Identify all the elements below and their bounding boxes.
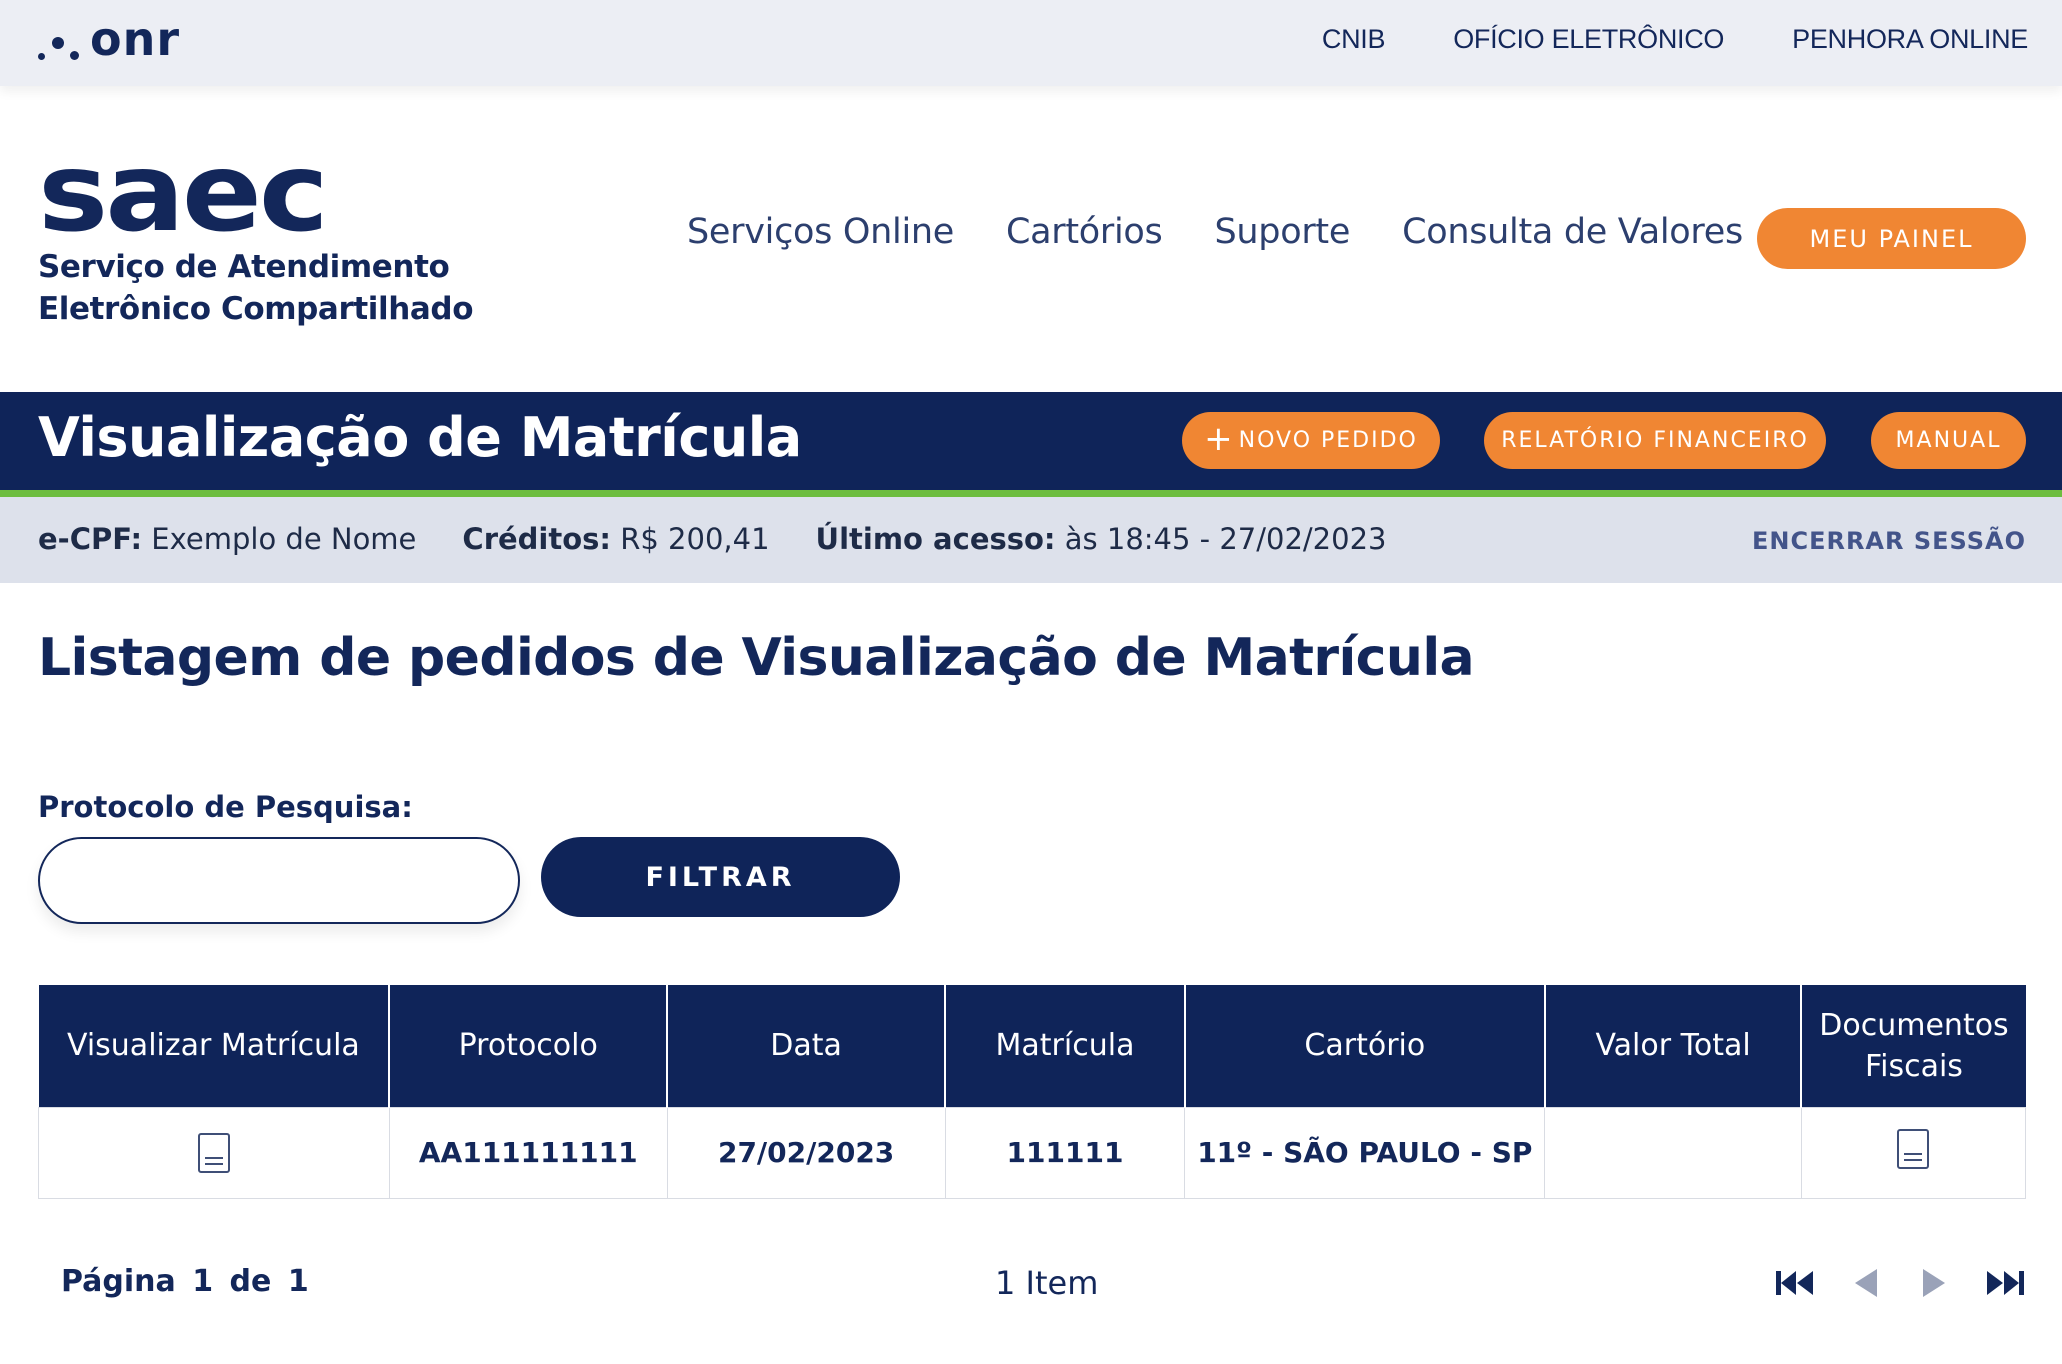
cell-cartorio: 11º - SÃO PAULO - SP [1184,1106,1546,1199]
pagination-controls [1775,1265,2025,1301]
col-header-protocolo: Protocolo [389,985,669,1107]
saec-logo[interactable]: saec [38,138,329,247]
onr-logo-text: onr [90,12,181,66]
table-header-row: Visualizar Matrícula Protocolo Data Matr… [38,985,2026,1107]
page-title: Visualização de Matrícula [38,406,802,469]
session-ecpf: e-CPF: Exemplo de Nome [38,522,416,556]
saec-logo-subtitle: Serviço de Atendimento Eletrônico Compar… [38,249,474,327]
protocolo-search-input[interactable] [38,837,520,924]
col-header-valor-total: Valor Total [1544,985,1803,1107]
title-band-accent-line [0,490,2062,497]
main-nav: Serviços Online Cartórios Suporte Consul… [687,212,1743,252]
first-page-icon[interactable] [1775,1265,1815,1301]
toplink-cnib[interactable]: CNIB [1322,24,1386,55]
creditos-label: Créditos: [462,522,612,556]
plus-icon: + [1204,419,1233,459]
pagination-items-count: 1 Item [995,1264,1099,1302]
table-row: AA111111111 27/02/2023 111111 11º - SÃO … [38,1106,2027,1199]
meu-painel-button[interactable]: MEU PAINEL [1757,208,2026,269]
col-header-matricula: Matrícula [945,985,1186,1107]
list-title: Listagem de pedidos de Visualização de M… [38,628,1475,688]
previous-page-icon[interactable] [1845,1265,1885,1301]
nav-cartorios[interactable]: Cartórios [1006,212,1163,252]
top-utility-bar: onr CNIB OFÍCIO ELETRÔNICO PENHORA ONLIN… [0,0,2062,86]
col-header-cartorio: Cartório [1184,985,1546,1107]
cell-matricula: 111111 [944,1106,1186,1199]
document-icon[interactable] [197,1132,230,1173]
onr-logo[interactable]: onr [36,12,180,68]
document-icon[interactable] [1897,1128,1930,1169]
top-links: CNIB OFÍCIO ELETRÔNICO PENHORA ONLINE [1322,24,2028,55]
relatorio-financeiro-button[interactable]: RELATÓRIO FINANCEIRO [1484,412,1826,469]
session-creditos: Créditos: R$ 200,41 [462,522,769,556]
ultimo-acesso-label: Último acesso: [815,522,1056,556]
nav-suporte[interactable]: Suporte [1214,212,1350,252]
last-page-icon[interactable] [1985,1265,2025,1301]
filtrar-button[interactable]: FILTRAR [541,837,900,917]
col-header-documentos-fiscais: Documentos Fiscais [1801,985,2026,1107]
search-label: Protocolo de Pesquisa: [38,790,413,824]
nav-consulta-de-valores[interactable]: Consulta de Valores [1402,212,1743,252]
toplink-oficio-eletronico[interactable]: OFÍCIO ELETRÔNICO [1453,24,1724,55]
novo-pedido-label: NOVO PEDIDO [1238,428,1418,453]
novo-pedido-button[interactable]: + NOVO PEDIDO [1182,412,1440,469]
next-page-icon[interactable] [1915,1265,1955,1301]
cell-valor-total [1544,1106,1802,1199]
cell-data: 27/02/2023 [666,1106,946,1199]
ultimo-acesso-value: às 18:45 - 27/02/2023 [1064,522,1387,556]
ecpf-value: Exemplo de Nome [151,522,417,556]
session-info: e-CPF: Exemplo de Nome Créditos: R$ 200,… [38,522,1386,556]
creditos-value: R$ 200,41 [620,522,770,556]
cell-documentos-fiscais [1800,1106,2027,1199]
toplink-penhora-online[interactable]: PENHORA ONLINE [1792,24,2028,55]
col-header-data: Data [667,985,947,1107]
cell-visualizar [38,1106,390,1199]
nav-servicos-online[interactable]: Serviços Online [687,212,954,252]
col-header-visualizar: Visualizar Matrícula [38,985,391,1107]
ecpf-label: e-CPF: [38,522,143,556]
session-ultimo-acesso: Último acesso: às 18:45 - 27/02/2023 [816,522,1387,556]
manual-button[interactable]: MANUAL [1871,412,2026,469]
pagination-page-text: Página 1 de 1 [61,1264,309,1299]
pedidos-table: Visualizar Matrícula Protocolo Data Matr… [38,985,2027,1199]
encerrar-sessao-link[interactable]: ENCERRAR SESSÃO [1752,527,2026,555]
onr-dots-icon [36,23,86,63]
cell-protocolo: AA111111111 [388,1106,668,1199]
